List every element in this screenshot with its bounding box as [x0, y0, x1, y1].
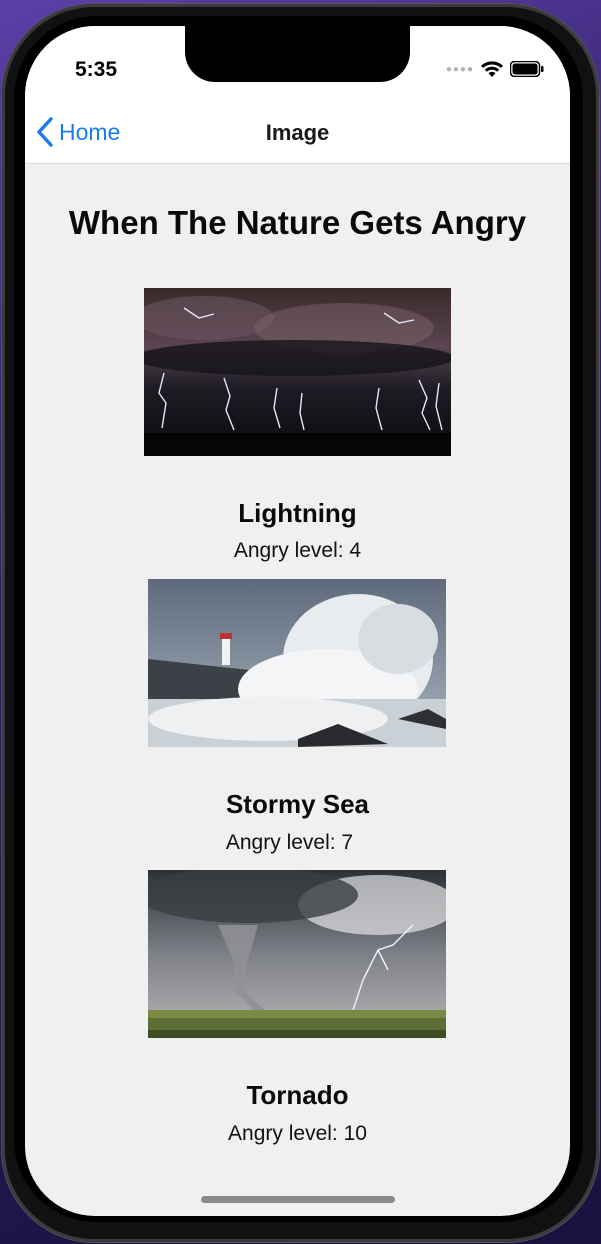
- wifi-icon: [481, 61, 503, 77]
- status-time: 5:35: [75, 58, 118, 81]
- navigation-bar: Home Image: [25, 106, 570, 164]
- tornado-image: [148, 870, 446, 1038]
- card-angry-level: Angry level: 7: [225, 831, 354, 854]
- card-angry-level: Angry level: 4: [233, 539, 362, 562]
- status-icons: ●●●●: [446, 60, 544, 78]
- card-title: Tornado: [246, 1080, 349, 1110]
- nav-title: Image: [265, 120, 330, 145]
- page-heading: When The Nature Gets Angry: [68, 204, 527, 241]
- card-title: Lightning: [238, 498, 357, 528]
- battery-icon: [510, 61, 544, 77]
- phone-screen: 5:35 ●●●● Home Image When The Nature Get…: [25, 26, 570, 1216]
- lightning-image: [144, 288, 451, 456]
- stormy-sea-image: [148, 579, 446, 747]
- cellular-dots-icon: ●●●●: [445, 63, 474, 75]
- notch: [185, 26, 410, 82]
- status-bar: 5:35 ●●●●: [25, 26, 570, 106]
- card-title: Stormy Sea: [225, 789, 370, 819]
- home-indicator[interactable]: [201, 1196, 395, 1203]
- card-angry-level: Angry level: 10: [228, 1122, 367, 1145]
